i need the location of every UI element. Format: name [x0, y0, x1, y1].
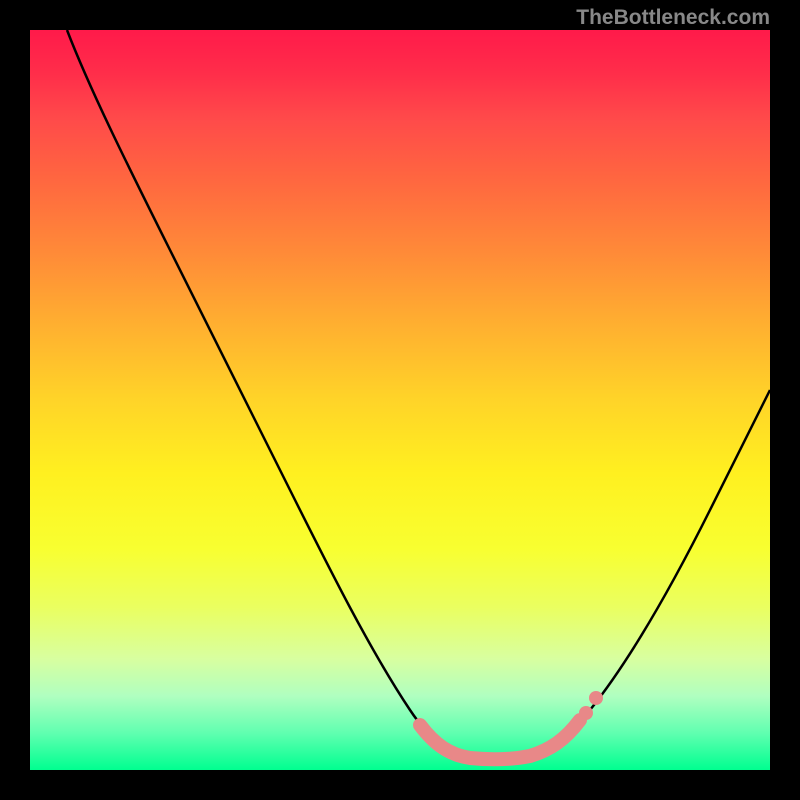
chart-container: TheBottleneck.com — [0, 0, 800, 800]
highlight-dot — [579, 706, 593, 720]
curve-svg — [30, 30, 770, 770]
optimal-zone-highlight — [420, 720, 580, 759]
watermark-text: TheBottleneck.com — [576, 6, 770, 30]
highlight-dot — [589, 691, 603, 705]
plot-area — [30, 30, 770, 770]
bottleneck-curve — [67, 30, 770, 759]
